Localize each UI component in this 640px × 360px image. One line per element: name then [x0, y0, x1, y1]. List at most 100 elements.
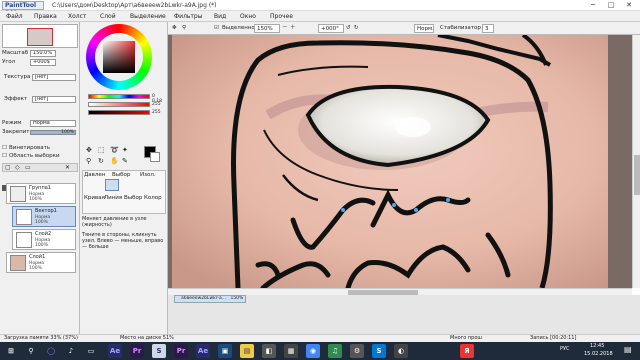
angle-value[interactable]: +000$ [30, 59, 56, 66]
zoom-tool-icon[interactable]: ⚲ [86, 157, 91, 165]
zoom-field[interactable]: 150% [254, 24, 280, 33]
settings-icon[interactable]: ⚙ [350, 344, 364, 358]
value-slider[interactable] [88, 110, 150, 115]
pan-icon[interactable]: ✥ [172, 24, 177, 33]
spotify-icon[interactable]: ♫ [328, 344, 342, 358]
move-icon[interactable]: ✥ [86, 146, 92, 154]
minimize-button[interactable]: ─ [584, 0, 602, 10]
vector-tool-grid: Давлен Выбор Изол. Кривая Линия Выбор Ко… [82, 170, 166, 214]
layer-name: Группа1 [29, 185, 51, 191]
sai-icon[interactable]: S [152, 344, 166, 358]
zoom-plus-button[interactable]: ＋ [290, 24, 296, 33]
explorer-icon[interactable]: ▤ [240, 344, 254, 358]
clock-time[interactable]: 12:45 [590, 343, 604, 349]
rotate-right-icon[interactable]: ↻ [354, 24, 359, 33]
mode-select[interactable]: Норма [30, 120, 76, 127]
artwork-canvas[interactable] [168, 35, 632, 288]
task-view-icon[interactable]: ▭ [84, 344, 98, 358]
tool-pressure-label[interactable]: Давлен [84, 172, 105, 179]
menu-selection[interactable]: Выделение [130, 12, 166, 21]
navigator-preview[interactable] [2, 24, 78, 48]
tool-curve-label[interactable]: Кривая [84, 195, 105, 202]
store-icon[interactable]: ▦ [284, 344, 298, 358]
notification-icon[interactable]: ▤ [624, 345, 632, 354]
sample-area-checkbox[interactable]: ☐ [2, 153, 7, 160]
opacity-slider[interactable]: 100% [30, 130, 76, 135]
horizontal-scrollbar[interactable] [168, 288, 632, 295]
menu-view[interactable]: Вид [214, 12, 226, 21]
language-indicator[interactable]: РУС [560, 346, 570, 352]
new-vector-icon[interactable]: ◇ [15, 164, 20, 171]
hue-slider[interactable] [88, 94, 150, 99]
zoom-value[interactable]: 150.0% [30, 50, 56, 57]
delete-layer-icon[interactable]: ✕ [65, 164, 70, 171]
menu-canvas[interactable]: Холст [68, 12, 86, 21]
layer-item[interactable]: Слой1 Норма 100% [6, 252, 76, 273]
vector-node[interactable] [414, 208, 418, 212]
vertical-scroll-thumb[interactable] [634, 155, 640, 195]
rotate-left-icon[interactable]: ↺ [346, 24, 351, 33]
selected-label: Выделенное [222, 25, 259, 31]
tool-choose-label[interactable]: Выбор [124, 195, 142, 202]
zoom-minus-button[interactable]: － [282, 24, 288, 33]
tool-select-label[interactable]: Выбор [112, 172, 130, 179]
zoom-icon[interactable]: ⚲ [182, 24, 186, 33]
app-icon[interactable]: ▣ [218, 344, 232, 358]
vector-node[interactable] [341, 208, 345, 212]
mic-icon[interactable]: ♪ [64, 344, 78, 358]
secondary-color-swatch[interactable] [150, 152, 160, 162]
stabilizer-field[interactable]: 3 [482, 24, 494, 33]
document-tab[interactable]: a6вееew2bLwkr-a... 150% [174, 295, 246, 303]
new-folder-icon[interactable]: ▭ [25, 164, 31, 171]
tool-color-label[interactable]: Колор [144, 195, 162, 202]
color-wheel[interactable] [86, 24, 152, 90]
menu-filters[interactable]: Фильтры [174, 12, 202, 21]
vertical-scrollbar[interactable] [632, 35, 640, 288]
pr-icon[interactable]: Pr [130, 344, 144, 358]
rotate-tool-icon[interactable]: ↻ [98, 157, 104, 165]
selected-checkbox[interactable]: ☑ [214, 24, 219, 33]
skype-icon[interactable]: S [372, 344, 386, 358]
ae-icon[interactable]: Ae [108, 344, 122, 358]
vignette-checkbox[interactable]: ☐ [2, 145, 7, 152]
menu-window[interactable]: Окно [240, 12, 256, 21]
layer-item-selected[interactable]: Вектор1 Норма 100% [12, 206, 76, 227]
tool-isolate-label[interactable]: Изол. [140, 172, 156, 179]
effect-select[interactable]: [нет] [32, 96, 76, 103]
menu-layer[interactable]: Слой [100, 12, 116, 21]
close-button[interactable]: ✕ [620, 0, 638, 10]
search-icon[interactable]: ⚲ [24, 344, 38, 358]
eyedropper-icon[interactable]: ✎ [122, 157, 128, 165]
vector-node[interactable] [446, 198, 450, 202]
photos-icon[interactable]: ◧ [262, 344, 276, 358]
color-square[interactable] [103, 41, 135, 73]
layer-item[interactable]: Группа1 Норма 100% [6, 183, 76, 204]
saturation-slider[interactable] [88, 102, 150, 107]
layer-item[interactable]: Слой2 Норма 100% [12, 229, 76, 250]
rotation-field[interactable]: +000° [318, 24, 344, 33]
pr2-icon[interactable]: Pr [174, 344, 188, 358]
pressure-tool-button[interactable] [105, 179, 119, 191]
magic-wand-icon[interactable]: ✦ [122, 146, 128, 154]
canvas-area[interactable] [168, 35, 632, 288]
maximize-button[interactable]: □ [602, 0, 620, 10]
yandex-icon[interactable]: Я [460, 344, 474, 358]
cortana-icon[interactable]: ◯ [44, 344, 58, 358]
menu-other[interactable]: Прочее [270, 12, 293, 21]
blend-mode-field[interactable]: Норм. [414, 24, 434, 33]
chrome-icon[interactable]: ◉ [306, 344, 320, 358]
clock-date[interactable]: 15.02.2018 [584, 351, 613, 357]
tool-line-label[interactable]: Линия [104, 195, 122, 202]
menu-file[interactable]: Файл [6, 12, 23, 21]
new-layer-icon[interactable]: ▢ [5, 164, 11, 171]
ae2-icon[interactable]: Ae [196, 344, 210, 358]
media-icon[interactable]: ◐ [394, 344, 408, 358]
lasso-icon[interactable]: ➰ [110, 146, 119, 154]
select-rect-icon[interactable]: ⬚ [98, 146, 105, 154]
menu-edit[interactable]: Правка [34, 12, 57, 21]
windows-icon[interactable]: ⊞ [4, 344, 18, 358]
taskbar: ⊞ ⚲ ◯ ♪ ▭ Ae Pr S Pr Ae ▣ ▤ ◧ ▦ ◉ ♫ ⚙ S … [0, 342, 640, 360]
vector-node[interactable] [392, 203, 396, 207]
hand-icon[interactable]: ✋ [110, 157, 119, 165]
texture-select[interactable]: [нет] [32, 74, 76, 81]
